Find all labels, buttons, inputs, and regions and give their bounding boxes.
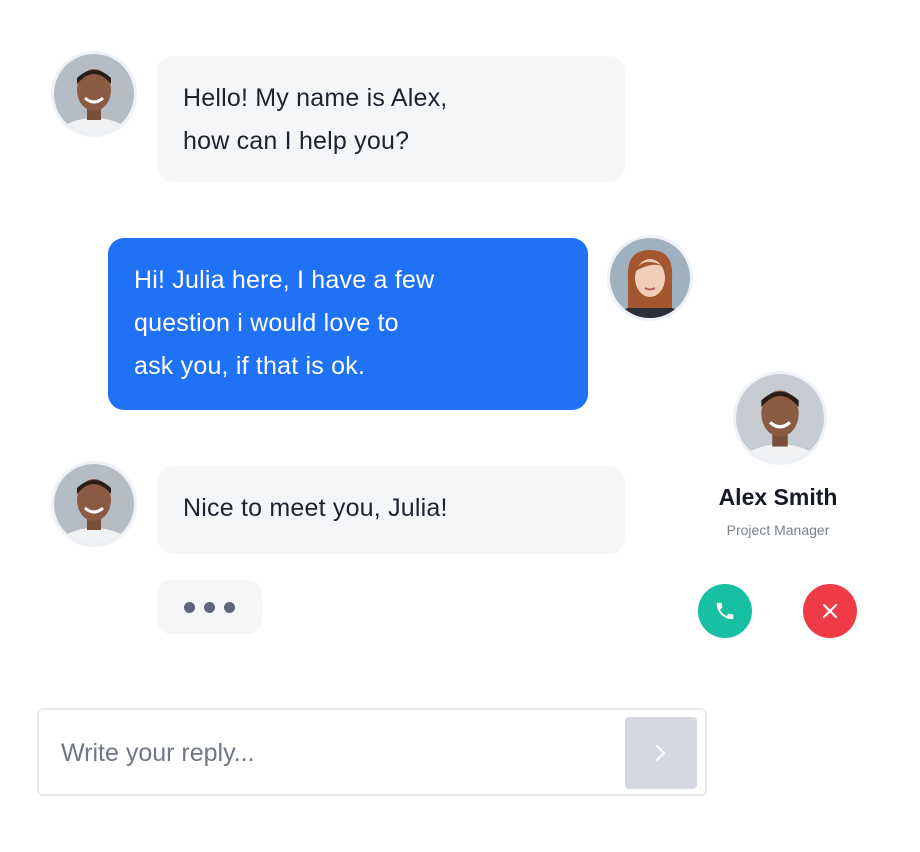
contact-avatar — [736, 374, 824, 462]
typing-indicator — [157, 580, 262, 634]
message-text: Hi! Julia here, I have a few — [134, 266, 435, 294]
message-text: Hello! My name is Alex, — [183, 84, 448, 112]
phone-icon — [716, 602, 734, 620]
close-icon — [822, 603, 838, 619]
contact-role: Project Manager — [726, 522, 830, 538]
call-button[interactable] — [698, 584, 752, 638]
typing-dot — [204, 601, 215, 613]
alex-avatar-image — [54, 464, 134, 544]
message-text: how can I help you? — [183, 127, 410, 155]
message-bubble-incoming: Hello! My name is Alex, how can I help y… — [157, 56, 625, 182]
contact-avatar-image — [736, 374, 824, 462]
alex-avatar-image — [54, 54, 134, 134]
alex-avatar — [54, 54, 134, 134]
typing-dot — [224, 601, 235, 613]
julia-avatar — [610, 238, 690, 318]
chevron-right-icon — [656, 745, 665, 761]
reply-composer — [37, 708, 707, 796]
reply-input[interactable] — [59, 728, 623, 778]
message-bubble-incoming: Nice to meet you, Julia! — [157, 466, 625, 554]
typing-dot — [184, 601, 195, 613]
message-text: ask you, if that is ok. — [134, 352, 366, 380]
decline-button[interactable] — [803, 584, 857, 638]
julia-avatar-image — [610, 238, 690, 318]
send-button[interactable] — [625, 717, 697, 789]
message-bubble-outgoing: Hi! Julia here, I have a few question i … — [108, 238, 588, 410]
contact-name: Alex Smith — [718, 484, 838, 510]
message-text: Nice to meet you, Julia! — [183, 494, 448, 522]
alex-avatar — [54, 464, 134, 544]
message-text: question i would love to — [134, 309, 399, 337]
